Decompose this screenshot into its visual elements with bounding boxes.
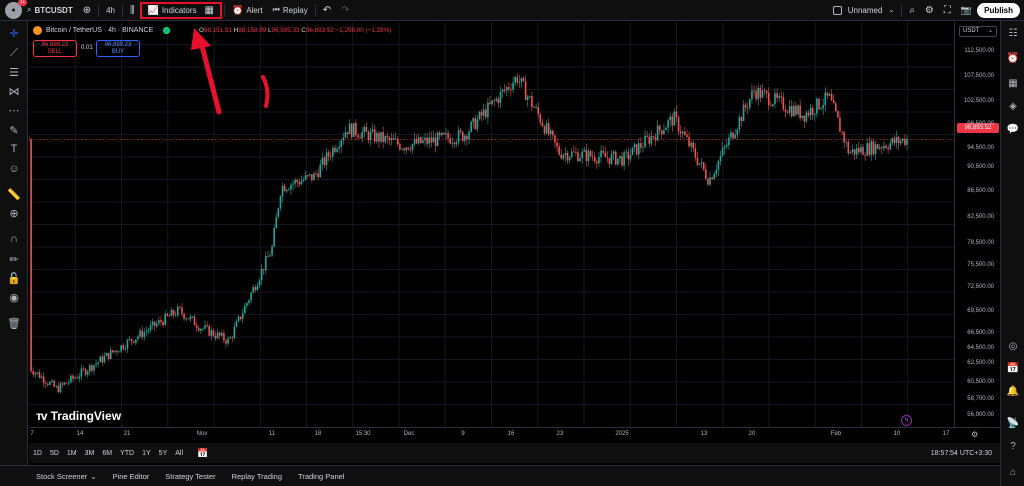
time-tick-label: 23 xyxy=(556,431,564,437)
bottom-tab-label: Trading Panel xyxy=(298,471,345,481)
time-tick-label: 16 xyxy=(507,431,515,437)
time-tick-label: 15:30 xyxy=(355,431,371,437)
price-tick-label: 62,500.00 xyxy=(967,360,994,366)
range-button-1y[interactable]: 1Y xyxy=(138,450,155,457)
date-range-bar: 1D 5D 1M 3M 6M YTD 1Y 5Y All 📅 18:57:54 UTC+3:30 xyxy=(29,443,1000,463)
time-tick-label: 7 xyxy=(30,431,34,437)
bottom-tab-label: Replay Trading xyxy=(231,471,283,481)
calendar-icon[interactable]: 📅 xyxy=(1006,361,1020,375)
right-toolbar: ☷ ⏰ ▦ ◈ 💬 ◎ 📅 🔔 📡 ? ⌂ xyxy=(1000,21,1024,486)
price-tick-label: 112,500.00 xyxy=(964,48,994,54)
price-tick-label: 66,500.00 xyxy=(967,330,994,336)
bottom-tab-label: Strategy Tester xyxy=(165,471,216,481)
price-tick-label: 90,500.00 xyxy=(967,164,994,170)
time-tick-label: 21 xyxy=(123,431,131,437)
price-tick-label: 64,500.00 xyxy=(967,345,994,351)
help-icon[interactable]: ? xyxy=(1006,439,1020,453)
range-button-1d[interactable]: 1D xyxy=(29,450,46,457)
broadcast-icon[interactable]: 📡 xyxy=(1006,416,1020,430)
axis-settings-icon[interactable]: ⚙ xyxy=(971,430,978,439)
bottom-tab-label: Stock Screener xyxy=(36,471,88,481)
date-range-picker-icon[interactable]: 📅 xyxy=(193,448,212,459)
tradingview-logo-icon: ᴛᴠ xyxy=(36,409,48,423)
red-arrow-annotation xyxy=(191,28,222,115)
price-tick-label: 78,500.00 xyxy=(967,240,994,246)
currency-label: USDT xyxy=(963,28,980,34)
price-tick-label: 72,500.00 xyxy=(967,284,994,290)
bottom-tab-replay-trading[interactable]: Replay Trading xyxy=(232,472,282,481)
bottom-tab-stock-screener[interactable]: Stock Screener ⌄ xyxy=(36,472,97,481)
price-tick-label: 58,700.00 xyxy=(967,396,994,402)
time-axis[interactable]: ⚙ 7 14 21 Nov 11 18 15:30 Dec 9 16 23 2025 13 20 Feb 10… xyxy=(29,427,1000,442)
range-button-all[interactable]: All xyxy=(171,450,187,457)
lightning-icon[interactable]: ϟ xyxy=(901,415,912,426)
bottom-tab-strategy-tester[interactable]: Strategy Tester xyxy=(165,472,215,481)
watermark-text: TradingView xyxy=(50,409,122,423)
time-tick-label: 9 xyxy=(461,431,465,437)
price-tick-label: 107,500.00 xyxy=(963,73,994,79)
tradingview-watermark[interactable]: ᴛᴠ TradingView xyxy=(36,409,121,423)
currency-select[interactable]: USDT ⌄ xyxy=(959,26,997,37)
time-tick-label: 17 xyxy=(942,431,950,437)
price-tick-label: 60,500.00 xyxy=(967,379,994,385)
bottom-tab-trading-panel[interactable]: Trading Panel xyxy=(298,472,344,481)
calendar-grid-icon[interactable]: ▦ xyxy=(1006,76,1020,90)
red-mark-annotation xyxy=(261,75,270,108)
range-button-1m[interactable]: 1M xyxy=(63,450,81,457)
clock-label[interactable]: 18:57:54 UTC+3:30 xyxy=(931,450,1000,457)
price-axis[interactable]: USDT ⌄ 96,893.52 112,500.00 107,500.00 102… xyxy=(954,22,1000,427)
time-tick-label: 10 xyxy=(893,431,901,437)
bell-icon[interactable]: 🔔 xyxy=(1006,384,1020,398)
time-tick-label: Nov xyxy=(196,431,208,437)
price-tick-label: 75,500.00 xyxy=(967,262,994,268)
more-icon[interactable]: ⌂ xyxy=(1006,465,1020,479)
layers-icon[interactable]: ◈ xyxy=(1006,99,1020,113)
time-tick-label: 18 xyxy=(314,431,322,437)
time-tick-label: 20 xyxy=(748,431,756,437)
price-tick-label: 69,500.00 xyxy=(967,308,994,314)
bottom-panel-tabs: Stock Screener ⌄ Pine Editor Strategy Teste… xyxy=(0,465,1000,486)
chat-icon[interactable]: 💬 xyxy=(1006,122,1020,136)
annotation-overlay xyxy=(191,28,270,115)
time-tick-label: 2025 xyxy=(615,431,629,437)
price-tick-label: 56,900.00 xyxy=(967,412,994,418)
range-button-ytd[interactable]: YTD xyxy=(116,450,138,457)
time-tick-label: 14 xyxy=(76,431,84,437)
bottom-tab-pine-editor[interactable]: Pine Editor xyxy=(113,472,150,481)
bottom-tab-label: Pine Editor xyxy=(112,471,150,481)
alerts-clock-icon[interactable]: ⏰ xyxy=(1006,51,1020,65)
chevron-down-icon: ⌄ xyxy=(90,471,97,481)
chevron-down-icon: ⌄ xyxy=(987,28,993,34)
price-tick-label: 102,500.00 xyxy=(963,98,994,104)
range-buttons: 1D 5D 1M 3M 6M YTD 1Y 5Y All xyxy=(29,450,187,457)
time-tick-label: Dec xyxy=(403,431,415,437)
range-button-5d[interactable]: 5D xyxy=(46,450,63,457)
price-tick-label: 82,500.00 xyxy=(967,214,994,220)
range-button-3m[interactable]: 3M xyxy=(81,450,99,457)
watchlist-icon[interactable]: ☷ xyxy=(1006,26,1020,40)
price-tick-label: 94,500.00 xyxy=(967,145,994,151)
price-tick-label: 86,500.00 xyxy=(967,188,994,194)
range-button-6m[interactable]: 6M xyxy=(98,450,116,457)
time-tick-label: 13 xyxy=(700,431,708,437)
price-tick-label: 98,500.00 xyxy=(967,121,994,127)
target-icon[interactable]: ◎ xyxy=(1006,339,1020,353)
time-tick-label: 11 xyxy=(268,431,276,437)
range-button-5y[interactable]: 5Y xyxy=(155,450,172,457)
time-tick-label: Feb xyxy=(830,431,842,437)
